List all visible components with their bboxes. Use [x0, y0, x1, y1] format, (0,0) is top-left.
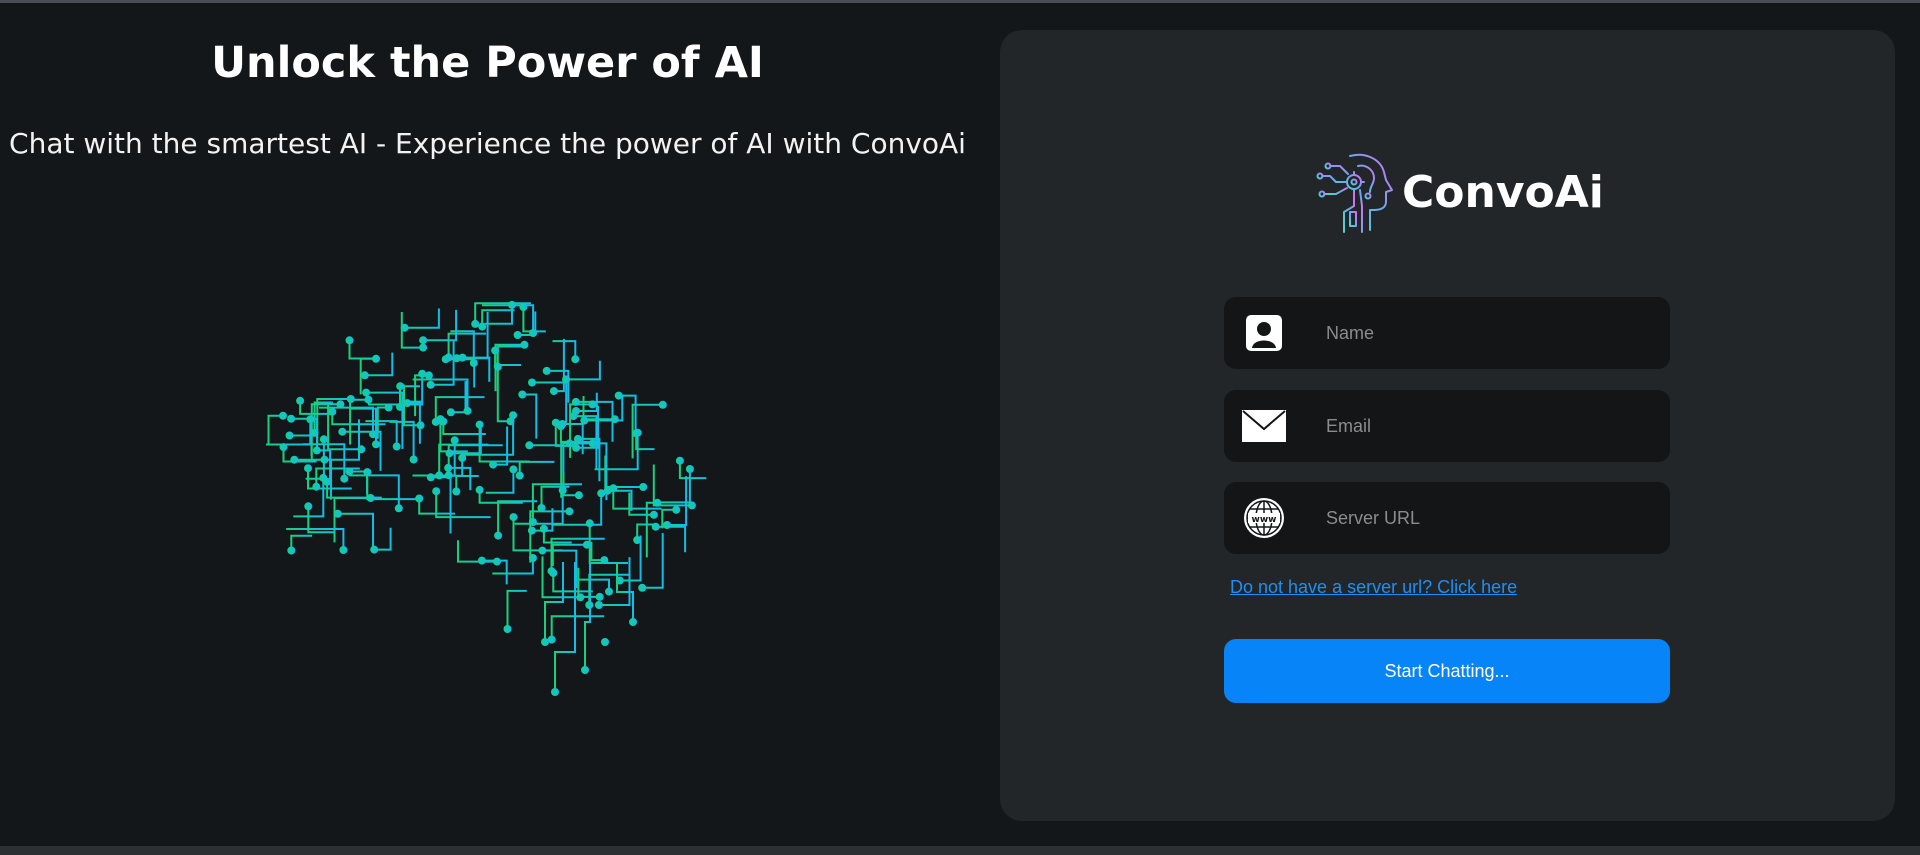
user-icon: [1224, 297, 1304, 369]
svg-text:www: www: [1252, 515, 1277, 525]
name-field: [1224, 297, 1670, 369]
globe-www-icon: www: [1224, 482, 1304, 554]
server-url-field: www: [1224, 482, 1670, 554]
start-chatting-button[interactable]: Start Chatting...: [1224, 639, 1670, 703]
ai-head-circuit-icon: [1316, 153, 1393, 233]
hero-section: Unlock the Power of AI Chat with the sma…: [0, 0, 975, 846]
name-input[interactable]: [1304, 302, 1670, 364]
envelope-icon: [1224, 390, 1304, 462]
window-bottom-border: [0, 846, 1920, 855]
server-url-help-link[interactable]: Do not have a server url? Click here: [1230, 575, 1517, 599]
hero-title: Unlock the Power of AI: [211, 38, 764, 88]
brand: ConvoAi: [1314, 150, 1604, 236]
brand-name: ConvoAi: [1402, 167, 1604, 218]
email-input[interactable]: [1304, 395, 1670, 457]
hero-subtitle: Chat with the smartest AI - Experience t…: [9, 127, 966, 160]
email-field: [1224, 390, 1670, 462]
server-url-input[interactable]: [1304, 487, 1670, 549]
circuit-brain-illustration: [245, 262, 735, 702]
